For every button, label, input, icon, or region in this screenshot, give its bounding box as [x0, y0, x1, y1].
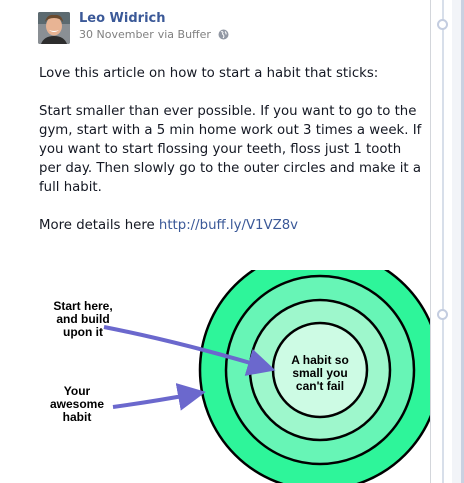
timeline-line: [442, 0, 444, 483]
awesome-habit-line-3: habit: [62, 410, 92, 424]
post-paragraph: Start smaller than ever possible. If you…: [39, 104, 422, 195]
post-via: via Buffer: [157, 28, 211, 41]
author-avatar[interactable]: [38, 12, 70, 44]
center-label: A habit so small you can't fail: [285, 354, 355, 393]
start-here-line-3: upon it: [63, 325, 103, 339]
timeline-dot-top: [437, 19, 448, 30]
awesome-habit-label: Your awesome habit: [44, 385, 110, 424]
avatar-photo: [38, 12, 70, 44]
post-image[interactable]: Start here, and build upon it Your aweso…: [0, 270, 430, 483]
article-link[interactable]: http://buff.ly/V1VZ8v: [159, 218, 298, 233]
globe-icon[interactable]: [218, 29, 229, 40]
post-paragraph: Love this article on how to start a habi…: [39, 66, 379, 81]
timeline-dot-bottom: [437, 309, 448, 320]
post-meta: 30 November via Buffer: [79, 28, 229, 41]
awesome-habit-arrow: [112, 383, 206, 411]
start-here-label: Start here, and build upon it: [50, 300, 116, 339]
author-name-link[interactable]: Leo Widrich: [79, 11, 166, 26]
post-body: Love this article on how to start a habi…: [39, 64, 424, 254]
more-prefix: More details here: [39, 218, 159, 233]
post-more-line: More details here http://buff.ly/V1VZ8v: [39, 216, 424, 235]
post-date[interactable]: 30 November: [79, 28, 154, 41]
center-line-3: can't fail: [295, 379, 345, 393]
post-card: Leo Widrich 30 November via Buffer Love …: [0, 0, 431, 483]
